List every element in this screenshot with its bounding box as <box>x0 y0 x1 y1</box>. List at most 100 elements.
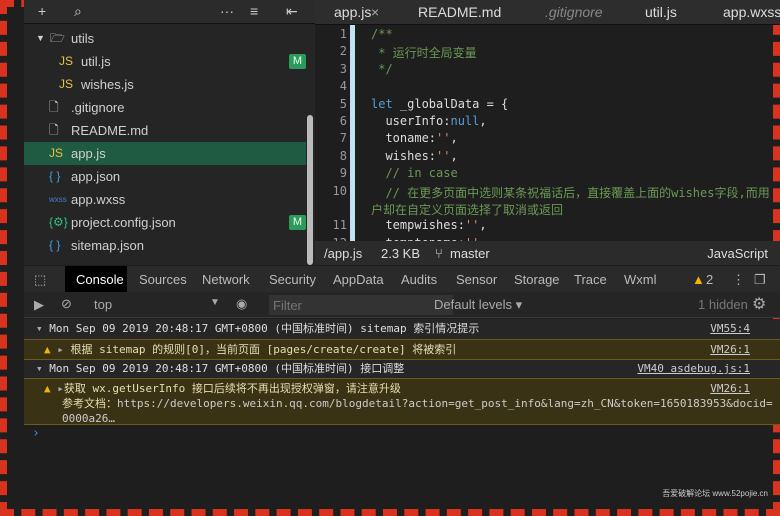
tree-item[interactable]: JS wishes.js <box>24 73 306 96</box>
tab-util-js[interactable]: util.js <box>645 4 677 20</box>
js-icon: JS <box>59 77 74 91</box>
more-icon[interactable]: ··· <box>220 3 234 19</box>
doc-link[interactable]: https://developers.weixin.qq.com/blogdet… <box>117 397 773 410</box>
split-icon[interactable]: ⇤ <box>286 3 298 20</box>
hidden-count: 1 hidden <box>698 297 748 312</box>
warning-icon: ▲ <box>44 382 51 395</box>
add-icon[interactable]: + <box>38 3 46 19</box>
tab-gitignore[interactable]: .gitignore <box>545 4 603 20</box>
wxss-icon: wxss <box>49 195 67 204</box>
search-icon[interactable]: ⌕ <box>74 3 82 20</box>
sidebar-toggle-icon[interactable]: ▶ <box>34 297 44 313</box>
code-line: * 运行时全局变量 <box>371 46 477 61</box>
tab-sources[interactable]: Sources <box>139 272 187 287</box>
code-line: userInfo:null, <box>371 114 487 128</box>
more-icon[interactable]: ⋮ <box>732 272 745 288</box>
tab-trace[interactable]: Trace <box>574 272 607 287</box>
tree-item-label: .gitignore <box>71 100 125 115</box>
file-icon: 🗋 <box>49 123 59 137</box>
js-icon: JS <box>59 54 74 68</box>
tree-item[interactable]: ▼ 🗁 utils <box>24 27 306 50</box>
tree-item-label: app.json <box>71 169 121 184</box>
modified-badge: M <box>288 215 306 230</box>
context-select[interactable]: top <box>94 297 112 312</box>
file-path: /app.js <box>324 246 363 261</box>
code-line: // in case <box>371 166 458 181</box>
chevron-down-icon: ▼ <box>210 297 220 308</box>
tree-scrollbar[interactable] <box>307 115 313 265</box>
levels-select[interactable]: Default levels ▾ <box>434 297 522 313</box>
editor-tabs: app.js × README.md .gitignore util.js ap… <box>315 0 780 25</box>
log-group[interactable]: ▾ Mon Sep 09 2019 20:48:17 GMT+0800 (中国标… <box>24 360 780 378</box>
tree-item[interactable]: 🗋 README.md <box>24 119 306 142</box>
code-line: /** <box>371 27 393 41</box>
devtools-tabs: ⬚ Console Sources Network Security AppDa… <box>24 266 780 292</box>
tab-wxml[interactable]: Wxml <box>624 272 657 287</box>
eye-icon[interactable]: ◉ <box>236 296 247 312</box>
tree-item-label: project.config.json <box>71 215 176 230</box>
js-icon: JS <box>49 146 64 160</box>
settings-gear-icon[interactable]: ⚙ <box>752 294 766 314</box>
filter-input[interactable] <box>269 295 453 315</box>
close-icon[interactable]: × <box>371 4 379 20</box>
collapse-icon[interactable]: ≡ <box>250 3 258 19</box>
tab-storage[interactable]: Storage <box>514 272 560 287</box>
warning-icon: ▲ <box>44 343 51 356</box>
line-number: 7 <box>339 131 347 146</box>
code-line: 户却在自定义页面选择了取消或返回 <box>371 203 564 217</box>
json-icon: { } <box>49 169 61 183</box>
folder-icon: 🗁 <box>50 31 65 45</box>
tree-item[interactable]: { } app.json <box>24 165 306 188</box>
warning-count[interactable]: 2 <box>706 272 713 287</box>
warning-message: ▲ ▸获取 wx.getUserInfo 接口后续将不再出现授权弹窗，请注意升级… <box>24 378 780 425</box>
tab-app-js[interactable]: app.js <box>334 4 371 20</box>
branch-name[interactable]: master <box>450 246 490 261</box>
config-icon: {⚙} <box>49 215 68 229</box>
tab-console[interactable]: Console <box>76 272 124 287</box>
line-number: 5 <box>339 96 347 111</box>
clear-icon[interactable]: ⊘ <box>61 296 72 312</box>
tree-item-label: wishes.js <box>81 77 134 92</box>
tree-item[interactable]: 🗋 .gitignore <box>24 96 306 119</box>
source-link[interactable]: VM26:1 <box>710 381 750 396</box>
line-number: 3 <box>339 61 347 76</box>
tab-audits[interactable]: Audits <box>401 272 437 287</box>
tab-network[interactable]: Network <box>202 272 250 287</box>
line-number: 4 <box>339 79 347 94</box>
warning-icon[interactable]: ▲ <box>692 272 705 287</box>
source-link[interactable]: VM55:4 <box>710 319 750 339</box>
line-number: 1 <box>339 27 347 41</box>
watermark: 吾爱破解论坛 www.52pojie.cn <box>662 489 768 498</box>
tab-security[interactable]: Security <box>269 272 316 287</box>
tree-item[interactable]: wxss app.wxss <box>24 188 306 211</box>
language-mode[interactable]: JavaScript <box>707 246 768 261</box>
tree-toolbar: + ⌕ ··· ≡ ⇤ <box>24 0 315 24</box>
tab-appdata[interactable]: AppData <box>333 272 384 287</box>
console-prompt[interactable]: › <box>24 426 780 442</box>
tree-item[interactable]: JS util.js M <box>24 50 306 73</box>
branch-icon: ⑂ <box>435 246 443 261</box>
line-number: 9 <box>339 166 347 181</box>
tab-app-wxss[interactable]: app.wxss <box>723 4 780 20</box>
tree-item-label: util.js <box>81 54 111 69</box>
file-size: 2.3 KB <box>381 246 421 261</box>
log-group[interactable]: ▾ Mon Sep 09 2019 20:48:17 GMT+0800 (中国标… <box>24 319 780 339</box>
tree-item-label: app.js <box>71 146 106 161</box>
code-line: let _globalData = { <box>371 96 509 111</box>
line-number: 6 <box>339 114 347 128</box>
code-line: toname:'', <box>371 131 458 146</box>
tab-readme[interactable]: README.md <box>418 4 501 20</box>
source-link[interactable]: VM26:1 <box>710 340 750 359</box>
tab-sensor[interactable]: Sensor <box>456 272 497 287</box>
inspect-icon[interactable]: ⬚ <box>34 272 46 288</box>
line-number: 8 <box>339 148 347 163</box>
undock-icon[interactable]: ❐ <box>754 272 766 288</box>
doc-link-cont[interactable]: 0000a26… <box>62 412 115 425</box>
tree-item[interactable]: JS app.js <box>24 142 306 165</box>
line-number: 10 <box>332 183 347 198</box>
tree-item[interactable]: {⚙} project.config.json M <box>24 211 306 234</box>
source-link[interactable]: VM40 asdebug.js:1 <box>637 360 750 378</box>
status-bar: /app.js 2.3 KB ⑂ master JavaScript <box>315 241 780 265</box>
tree-item[interactable]: { } sitemap.json <box>24 234 306 257</box>
code-editor[interactable]: 1 /** 2 * 运行时全局变量 3 */ 4 5 let _globalData = {… <box>315 25 772 241</box>
